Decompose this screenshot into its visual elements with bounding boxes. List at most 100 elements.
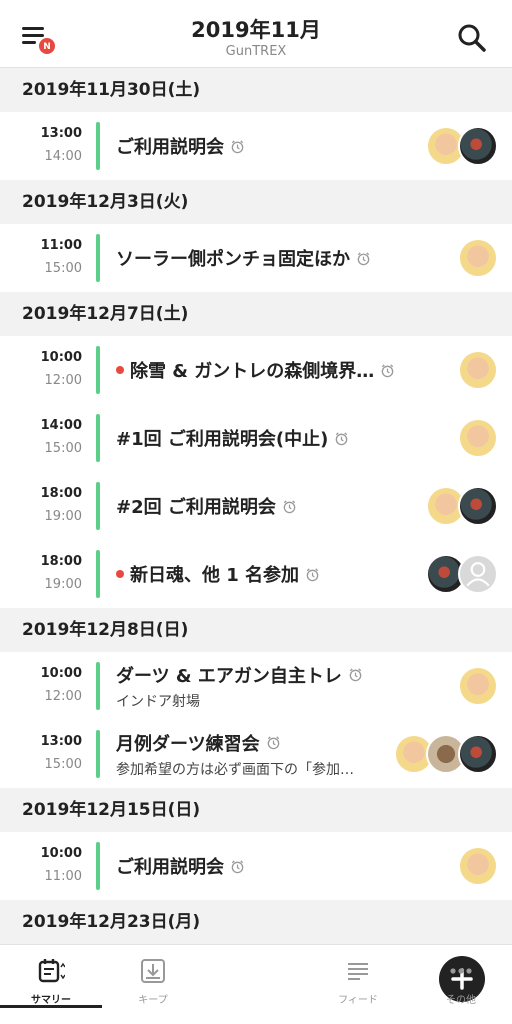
event-time: 14:00 15:00 [30, 416, 82, 459]
event-body: ダーツ & エアガン自主トレ インドア射場 [116, 652, 422, 720]
tab-label: その他 [446, 995, 476, 1006]
event-end-time: 12:00 [44, 689, 82, 704]
event-title: ダーツ & エアガン自主トレ [116, 665, 342, 687]
tab-keep[interactable]: キープ [102, 945, 204, 1024]
event-body: #2回 ご利用説明会 [116, 472, 422, 540]
unread-dot [116, 570, 124, 578]
event-title: #1回 ご利用説明会(中止) [116, 429, 329, 450]
avatar-user [458, 418, 498, 458]
top-header: N 2019年11月 GunTREX [0, 0, 512, 68]
alarm-clock-icon [348, 667, 363, 682]
search-icon [458, 24, 486, 52]
event-body: 月例ダーツ練習会 参加希望の方は必ず画面下の「参加… [116, 720, 422, 788]
event-title-row: #2回 ご利用説明会 [116, 493, 422, 519]
event-row[interactable]: 18:00 19:00 #2回 ご利用説明会 [0, 472, 512, 540]
participant-avatars[interactable] [458, 666, 498, 706]
event-title: 月例ダーツ練習会 [116, 733, 260, 755]
unread-dot [116, 366, 124, 374]
event-color-bar [96, 550, 100, 598]
alarm-clock-icon [380, 363, 395, 378]
alarm-clock-icon [230, 139, 245, 154]
active-tab-indicator [0, 1005, 102, 1008]
participant-avatars[interactable] [426, 554, 498, 594]
avatar-guest [458, 554, 498, 594]
participant-avatars[interactable] [458, 238, 498, 278]
event-title-row: ご利用説明会 [116, 133, 422, 159]
event-color-bar [96, 122, 100, 170]
event-start-time: 14:00 [40, 418, 82, 433]
event-title-row: ダーツ & エアガン自主トレ [116, 662, 422, 688]
event-start-time: 11:00 [40, 238, 82, 253]
date-header: 2019年12月8日(日) [0, 608, 512, 652]
avatar-user [458, 666, 498, 706]
page-title[interactable]: 2019年11月 [0, 14, 512, 44]
alarm-clock-icon [356, 251, 371, 266]
tab-summary[interactable]: サマリー [0, 945, 102, 1024]
tab-add[interactable] [205, 945, 485, 1024]
event-title: 除雪 & ガントレの森側境界… [130, 361, 375, 382]
participant-avatars[interactable] [458, 846, 498, 886]
avatar-user [458, 350, 498, 390]
participant-avatars[interactable] [458, 350, 498, 390]
alarm-clock-icon [230, 859, 245, 874]
event-end-time: 14:00 [44, 149, 82, 164]
tab-bar: サマリー キープ フィード その他 [0, 944, 512, 1024]
event-end-time: 12:00 [44, 373, 82, 388]
event-end-time: 15:00 [44, 441, 82, 456]
event-title-row: ソーラー側ポンチョ固定ほか [116, 245, 422, 271]
date-header: 2019年12月15日(日) [0, 788, 512, 832]
event-body: ご利用説明会 [116, 112, 422, 180]
event-title: #2回 ご利用説明会 [116, 497, 276, 518]
participant-avatars[interactable] [426, 486, 498, 526]
event-time: 10:00 11:00 [30, 844, 82, 887]
avatar-robot [458, 126, 498, 166]
date-header: 2019年11月30日(土) [0, 68, 512, 112]
event-location: 参加希望の方は必ず画面下の「参加… [116, 761, 354, 778]
event-row[interactable]: 13:00 14:00 ご利用説明会 [0, 112, 512, 180]
event-start-time: 10:00 [40, 846, 82, 861]
event-color-bar [96, 414, 100, 462]
tab-feed[interactable]: フィード [307, 945, 409, 1024]
alarm-clock-icon [282, 499, 297, 514]
event-start-time: 10:00 [40, 666, 82, 681]
event-color-bar [96, 482, 100, 530]
date-header: 2019年12月7日(土) [0, 292, 512, 336]
event-end-time: 19:00 [44, 509, 82, 524]
event-body: ソーラー側ポンチョ固定ほか [116, 224, 422, 292]
more-dots-icon [450, 968, 472, 974]
date-header: 2019年12月23日(月) [0, 900, 512, 944]
event-time: 18:00 19:00 [30, 484, 82, 527]
participant-avatars[interactable] [458, 418, 498, 458]
event-row[interactable]: 10:00 12:00 除雪 & ガントレの森側境界… [0, 336, 512, 404]
alarm-clock-icon [266, 735, 281, 750]
event-time: 10:00 12:00 [30, 348, 82, 391]
event-time: 13:00 15:00 [30, 732, 82, 775]
participant-avatars[interactable] [394, 734, 498, 774]
event-title-row: 新日魂、他 1 名参加 [116, 561, 422, 587]
event-location: インドア射場 [116, 693, 200, 710]
tab-label: キープ [138, 995, 168, 1006]
event-row[interactable]: 13:00 15:00 月例ダーツ練習会 参加希望の方は必ず画面下の「参加… [0, 720, 512, 788]
event-end-time: 19:00 [44, 577, 82, 592]
event-time: 13:00 14:00 [30, 124, 82, 167]
event-row[interactable]: 11:00 15:00 ソーラー側ポンチョ固定ほか [0, 224, 512, 292]
avatar-user [458, 846, 498, 886]
event-list[interactable]: 2019年11月30日(土) 13:00 14:00 ご利用説明会 2019年1… [0, 68, 512, 944]
event-end-time: 15:00 [44, 261, 82, 276]
date-header: 2019年12月3日(火) [0, 180, 512, 224]
tab-more[interactable]: その他 [410, 945, 512, 1024]
avatar-robot [458, 486, 498, 526]
event-title-row: 月例ダーツ練習会 [116, 730, 422, 756]
participant-avatars[interactable] [426, 126, 498, 166]
event-row[interactable]: 14:00 15:00 #1回 ご利用説明会(中止) [0, 404, 512, 472]
group-name: GunTREX [225, 44, 287, 59]
event-row[interactable]: 18:00 19:00 新日魂、他 1 名参加 [0, 540, 512, 608]
event-color-bar [96, 346, 100, 394]
search-button[interactable] [456, 22, 488, 54]
event-row[interactable]: 10:00 12:00 ダーツ & エアガン自主トレ インドア射場 [0, 652, 512, 720]
event-time: 11:00 15:00 [30, 236, 82, 279]
event-color-bar [96, 662, 100, 710]
event-row[interactable]: 10:00 11:00 ご利用説明会 [0, 832, 512, 900]
event-title: ご利用説明会 [116, 137, 224, 158]
event-title: 新日魂、他 1 名参加 [130, 565, 300, 586]
